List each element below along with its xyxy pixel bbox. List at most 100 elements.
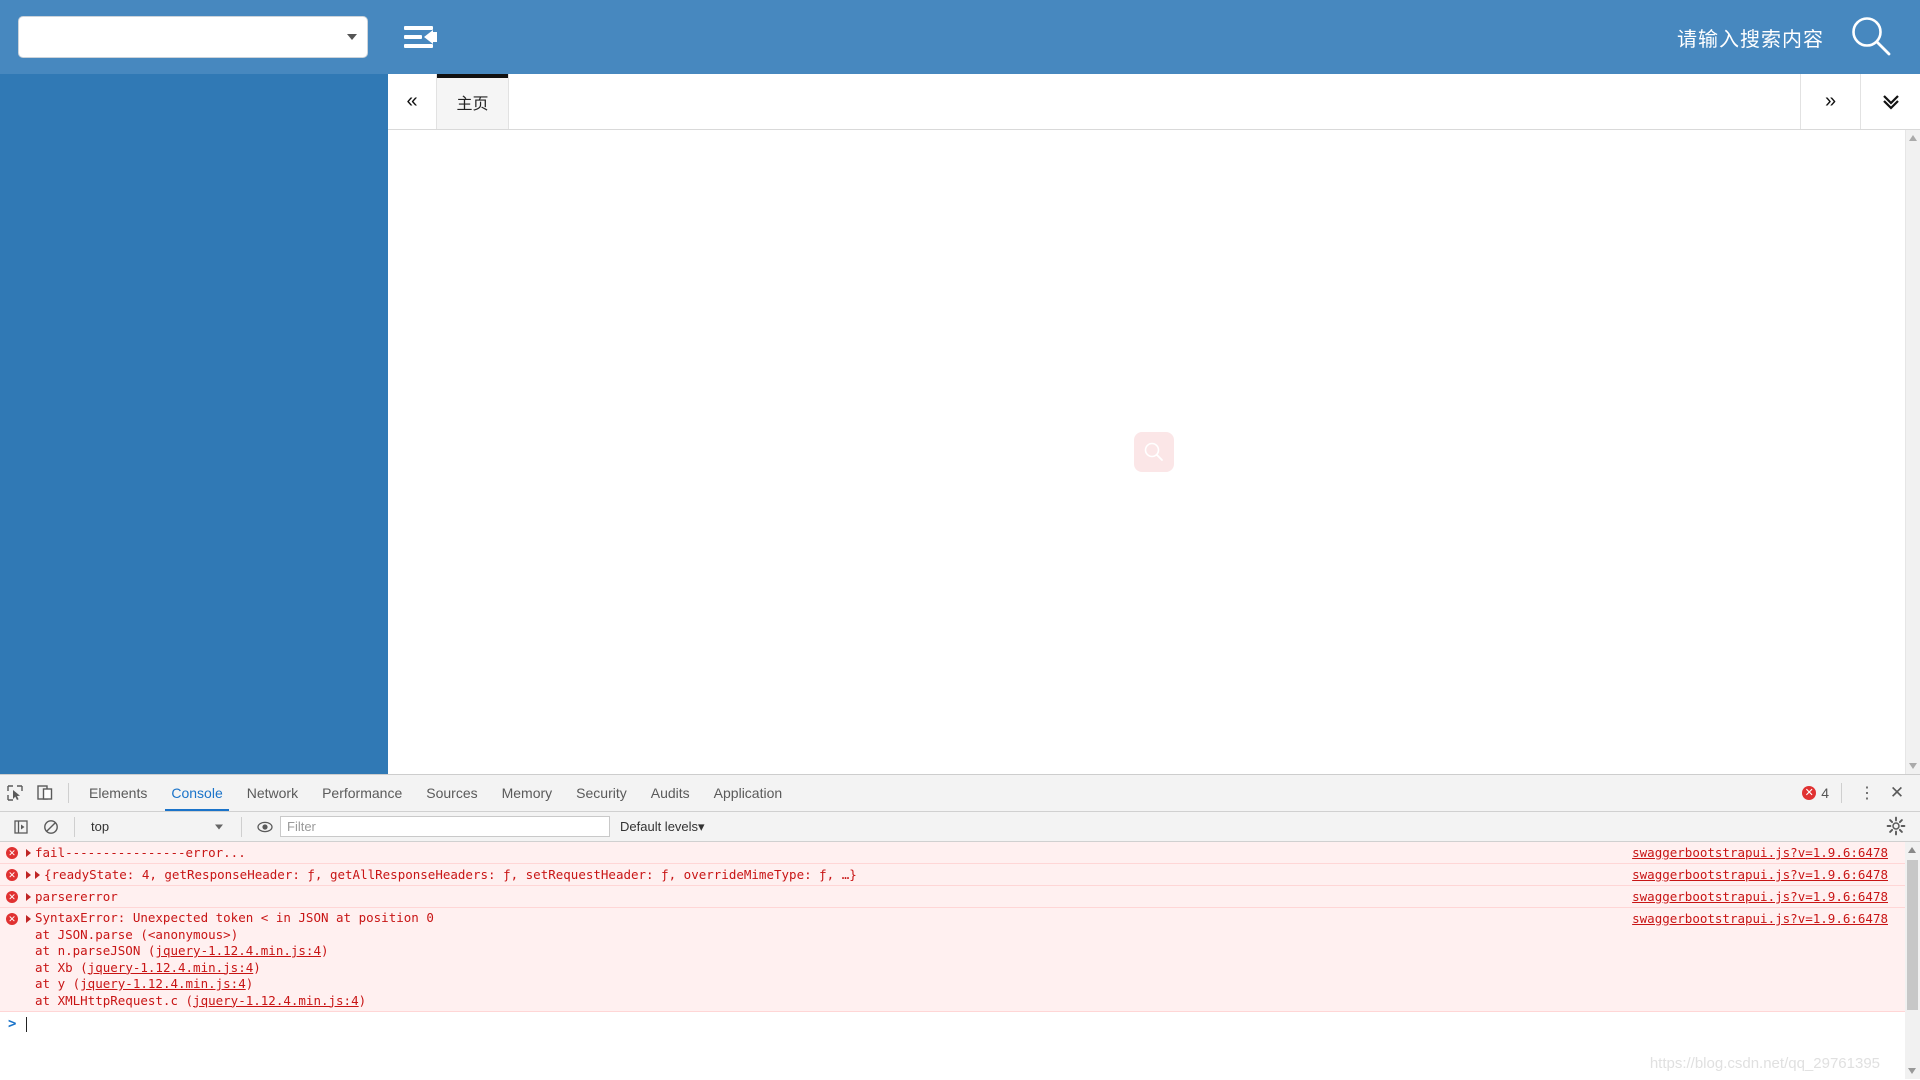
tab-security[interactable]: Security <box>564 775 639 811</box>
error-count-label: 4 <box>1821 785 1829 801</box>
console-message-text: SyntaxError: Unexpected token < in JSON … <box>35 910 434 925</box>
expand-arrow-icon-2[interactable] <box>35 871 40 879</box>
app-header: 请输入搜索内容 <box>0 0 1920 74</box>
main-content-area <box>388 130 1920 774</box>
tab-sources-label: Sources <box>426 785 478 801</box>
console-message-row[interactable]: ✕ {readyState: 4, getResponseHeader: ƒ, … <box>0 864 1920 886</box>
device-toolbar-icon[interactable] <box>30 778 60 808</box>
header-search-label[interactable]: 请输入搜索内容 <box>1677 23 1824 52</box>
tab-console-label: Console <box>171 785 223 801</box>
stack-frame-prefix: at Xb ( <box>35 959 88 975</box>
scroll-up-arrow-icon[interactable] <box>1909 135 1917 141</box>
tab-home[interactable]: 主页 <box>436 74 509 129</box>
execute-sidebar-icon[interactable] <box>6 812 36 842</box>
search-icon[interactable] <box>1848 14 1894 60</box>
prompt-chevron-icon: > <box>8 1016 17 1032</box>
tab-network-label: Network <box>246 785 299 801</box>
console-input-prompt[interactable]: > <box>0 1012 1920 1036</box>
filterbar-divider-2 <box>241 816 242 837</box>
stack-frame-link[interactable]: jquery-1.12.4.min.js:4 <box>155 943 321 958</box>
document-tabstrip: « 主页 » <box>388 74 1920 130</box>
console-log-levels-select[interactable]: Default levels▾ <box>620 819 705 835</box>
console-message-list: ✕ fail----------------error... swaggerbo… <box>0 842 1920 1079</box>
search-icon-placeholder <box>1134 432 1174 472</box>
scroll-down-arrow-icon[interactable] <box>1909 763 1917 769</box>
scroll-up-arrow-icon[interactable] <box>1908 847 1916 853</box>
content-scrollbar[interactable] <box>1905 130 1920 774</box>
console-context-value: top <box>91 819 110 834</box>
tab-home-label: 主页 <box>456 95 489 113</box>
stack-frame-1: at n.parseJSON (jquery-1.12.4.min.js:4) <box>35 943 329 958</box>
tab-elements[interactable]: Elements <box>77 775 159 811</box>
stack-frame-prefix: at y ( <box>35 976 81 991</box>
error-badge-icon: ✕ <box>6 891 18 903</box>
devtools-panel: Elements Console Network Performance Sou… <box>0 774 1920 1080</box>
tabstrip-prev-button[interactable]: « <box>388 74 436 129</box>
stack-frame-4: at XMLHttpRequest.c (jquery-1.12.4.min.j… <box>35 993 366 1008</box>
scrollbar-thumb[interactable] <box>1907 860 1918 1010</box>
stack-frame-prefix: at JSON.parse ( <box>35 926 148 942</box>
stack-frame-link[interactable]: jquery-1.12.4.min.js:4 <box>80 976 246 991</box>
expand-arrow-icon[interactable] <box>26 893 31 901</box>
console-message-text: {readyState: 4, getResponseHeader: ƒ, ge… <box>44 867 857 882</box>
console-message-source-link[interactable]: swaggerbootstrapui.js?v=1.9.6:6478 <box>1632 911 1888 926</box>
chevron-down-icon <box>215 824 223 829</box>
tab-network[interactable]: Network <box>235 775 310 811</box>
tabstrip-right-controls: » <box>1800 74 1920 129</box>
expand-arrow-icon[interactable] <box>26 915 31 923</box>
stack-frame-suffix: ) <box>245 976 254 991</box>
tab-audits[interactable]: Audits <box>639 775 702 811</box>
stack-frame-link[interactable]: jquery-1.12.4.min.js:4 <box>193 993 359 1008</box>
indent-collapse-icon[interactable] <box>404 22 438 52</box>
stack-frame-0: at JSON.parse (<anonymous>) <box>35 927 238 942</box>
tab-memory[interactable]: Memory <box>490 775 565 811</box>
tab-sources[interactable]: Sources <box>414 775 489 811</box>
tab-performance[interactable]: Performance <box>310 775 414 811</box>
live-expression-icon[interactable] <box>250 812 280 842</box>
error-count-badge[interactable]: ✕ 4 <box>1802 785 1829 801</box>
console-message-source-link[interactable]: swaggerbootstrapui.js?v=1.9.6:6478 <box>1632 845 1888 860</box>
stack-frame-prefix: at XMLHttpRequest.c ( <box>35 992 194 1008</box>
filterbar-divider <box>74 816 75 837</box>
console-message-source-link[interactable]: swaggerbootstrapui.js?v=1.9.6:6478 <box>1632 867 1888 882</box>
console-message-stack: SyntaxError: Unexpected token < in JSON … <box>35 910 434 1009</box>
gear-icon[interactable] <box>1886 816 1908 838</box>
console-message-row[interactable]: ✕ parsererror swaggerbootstrapui.js?v=1.… <box>0 886 1920 908</box>
console-scrollbar[interactable] <box>1905 842 1920 1079</box>
expand-arrow-icon[interactable] <box>26 871 31 879</box>
stack-frame-suffix: ) <box>358 992 367 1008</box>
clear-console-icon[interactable] <box>36 812 66 842</box>
console-context-select[interactable]: top <box>83 816 233 838</box>
console-message-text: fail----------------error... <box>35 845 246 860</box>
stack-frame-2: at Xb (jquery-1.12.4.min.js:4) <box>35 960 261 975</box>
tab-application[interactable]: Application <box>702 775 795 811</box>
stack-frame-link: <anonymous> <box>147 926 231 942</box>
close-devtools-icon[interactable]: ✕ <box>1884 783 1910 803</box>
tab-performance-label: Performance <box>322 785 403 801</box>
more-options-icon[interactable]: ⋮ <box>1854 783 1880 803</box>
stack-frame-3: at y (jquery-1.12.4.min.js:4) <box>35 976 253 991</box>
console-filter-input[interactable] <box>280 816 610 837</box>
expand-arrow-icon[interactable] <box>26 849 31 857</box>
console-message-row[interactable]: ✕ fail----------------error... swaggerbo… <box>0 842 1920 864</box>
text-cursor <box>26 1016 28 1032</box>
tabstrip-next-button[interactable]: » <box>1800 74 1860 129</box>
tab-audits-label: Audits <box>650 785 690 801</box>
console-message-source-link[interactable]: swaggerbootstrapui.js?v=1.9.6:6478 <box>1632 889 1888 904</box>
error-badge-icon: ✕ <box>6 847 18 859</box>
tab-memory-label: Memory <box>501 785 553 801</box>
tab-console[interactable]: Console <box>159 775 234 811</box>
stack-frame-suffix: ) <box>253 959 261 975</box>
stack-frame-link[interactable]: jquery-1.12.4.min.js:4 <box>88 960 254 975</box>
console-message-text: parsererror <box>35 889 118 904</box>
header-dropdown-select[interactable] <box>18 16 368 58</box>
console-message-row[interactable]: ✕ SyntaxError: Unexpected token < in JSO… <box>0 908 1920 1012</box>
tabstrip-list-dropdown-icon[interactable] <box>1860 74 1920 129</box>
tab-elements-label: Elements <box>89 785 148 801</box>
inspect-element-icon[interactable] <box>0 778 30 808</box>
left-sidebar-panel <box>0 74 388 774</box>
stack-frame-suffix: ) <box>321 943 329 958</box>
toolbar-divider <box>68 783 69 803</box>
stack-frame-suffix: ) <box>230 926 239 942</box>
scroll-down-arrow-icon[interactable] <box>1908 1068 1916 1074</box>
